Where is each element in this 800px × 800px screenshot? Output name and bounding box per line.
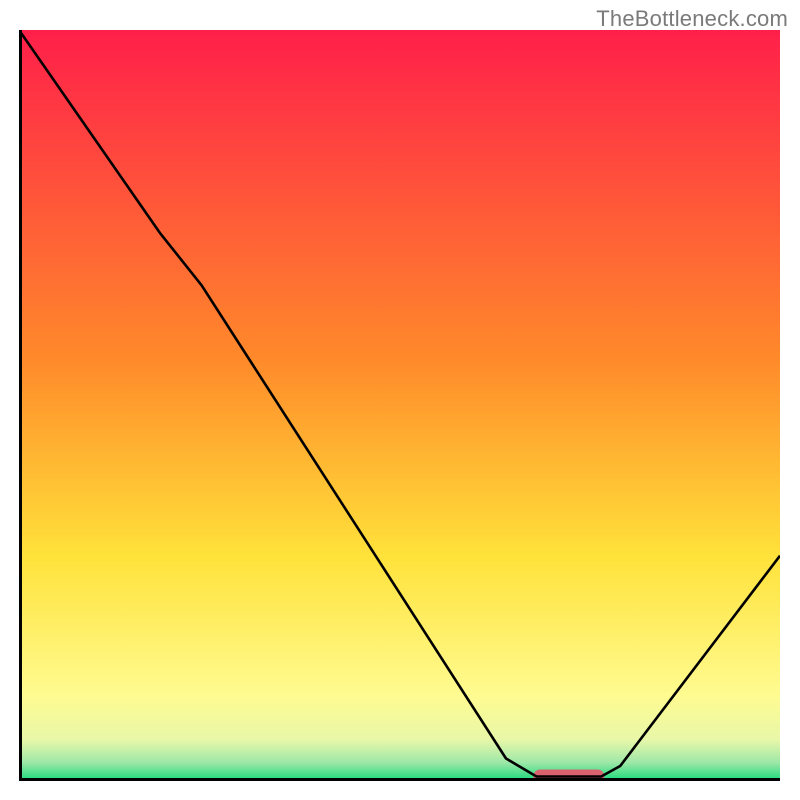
chart-container xyxy=(19,30,780,781)
chart-svg xyxy=(19,30,780,781)
chart-background xyxy=(19,30,780,781)
watermark-text: TheBottleneck.com xyxy=(596,6,788,32)
